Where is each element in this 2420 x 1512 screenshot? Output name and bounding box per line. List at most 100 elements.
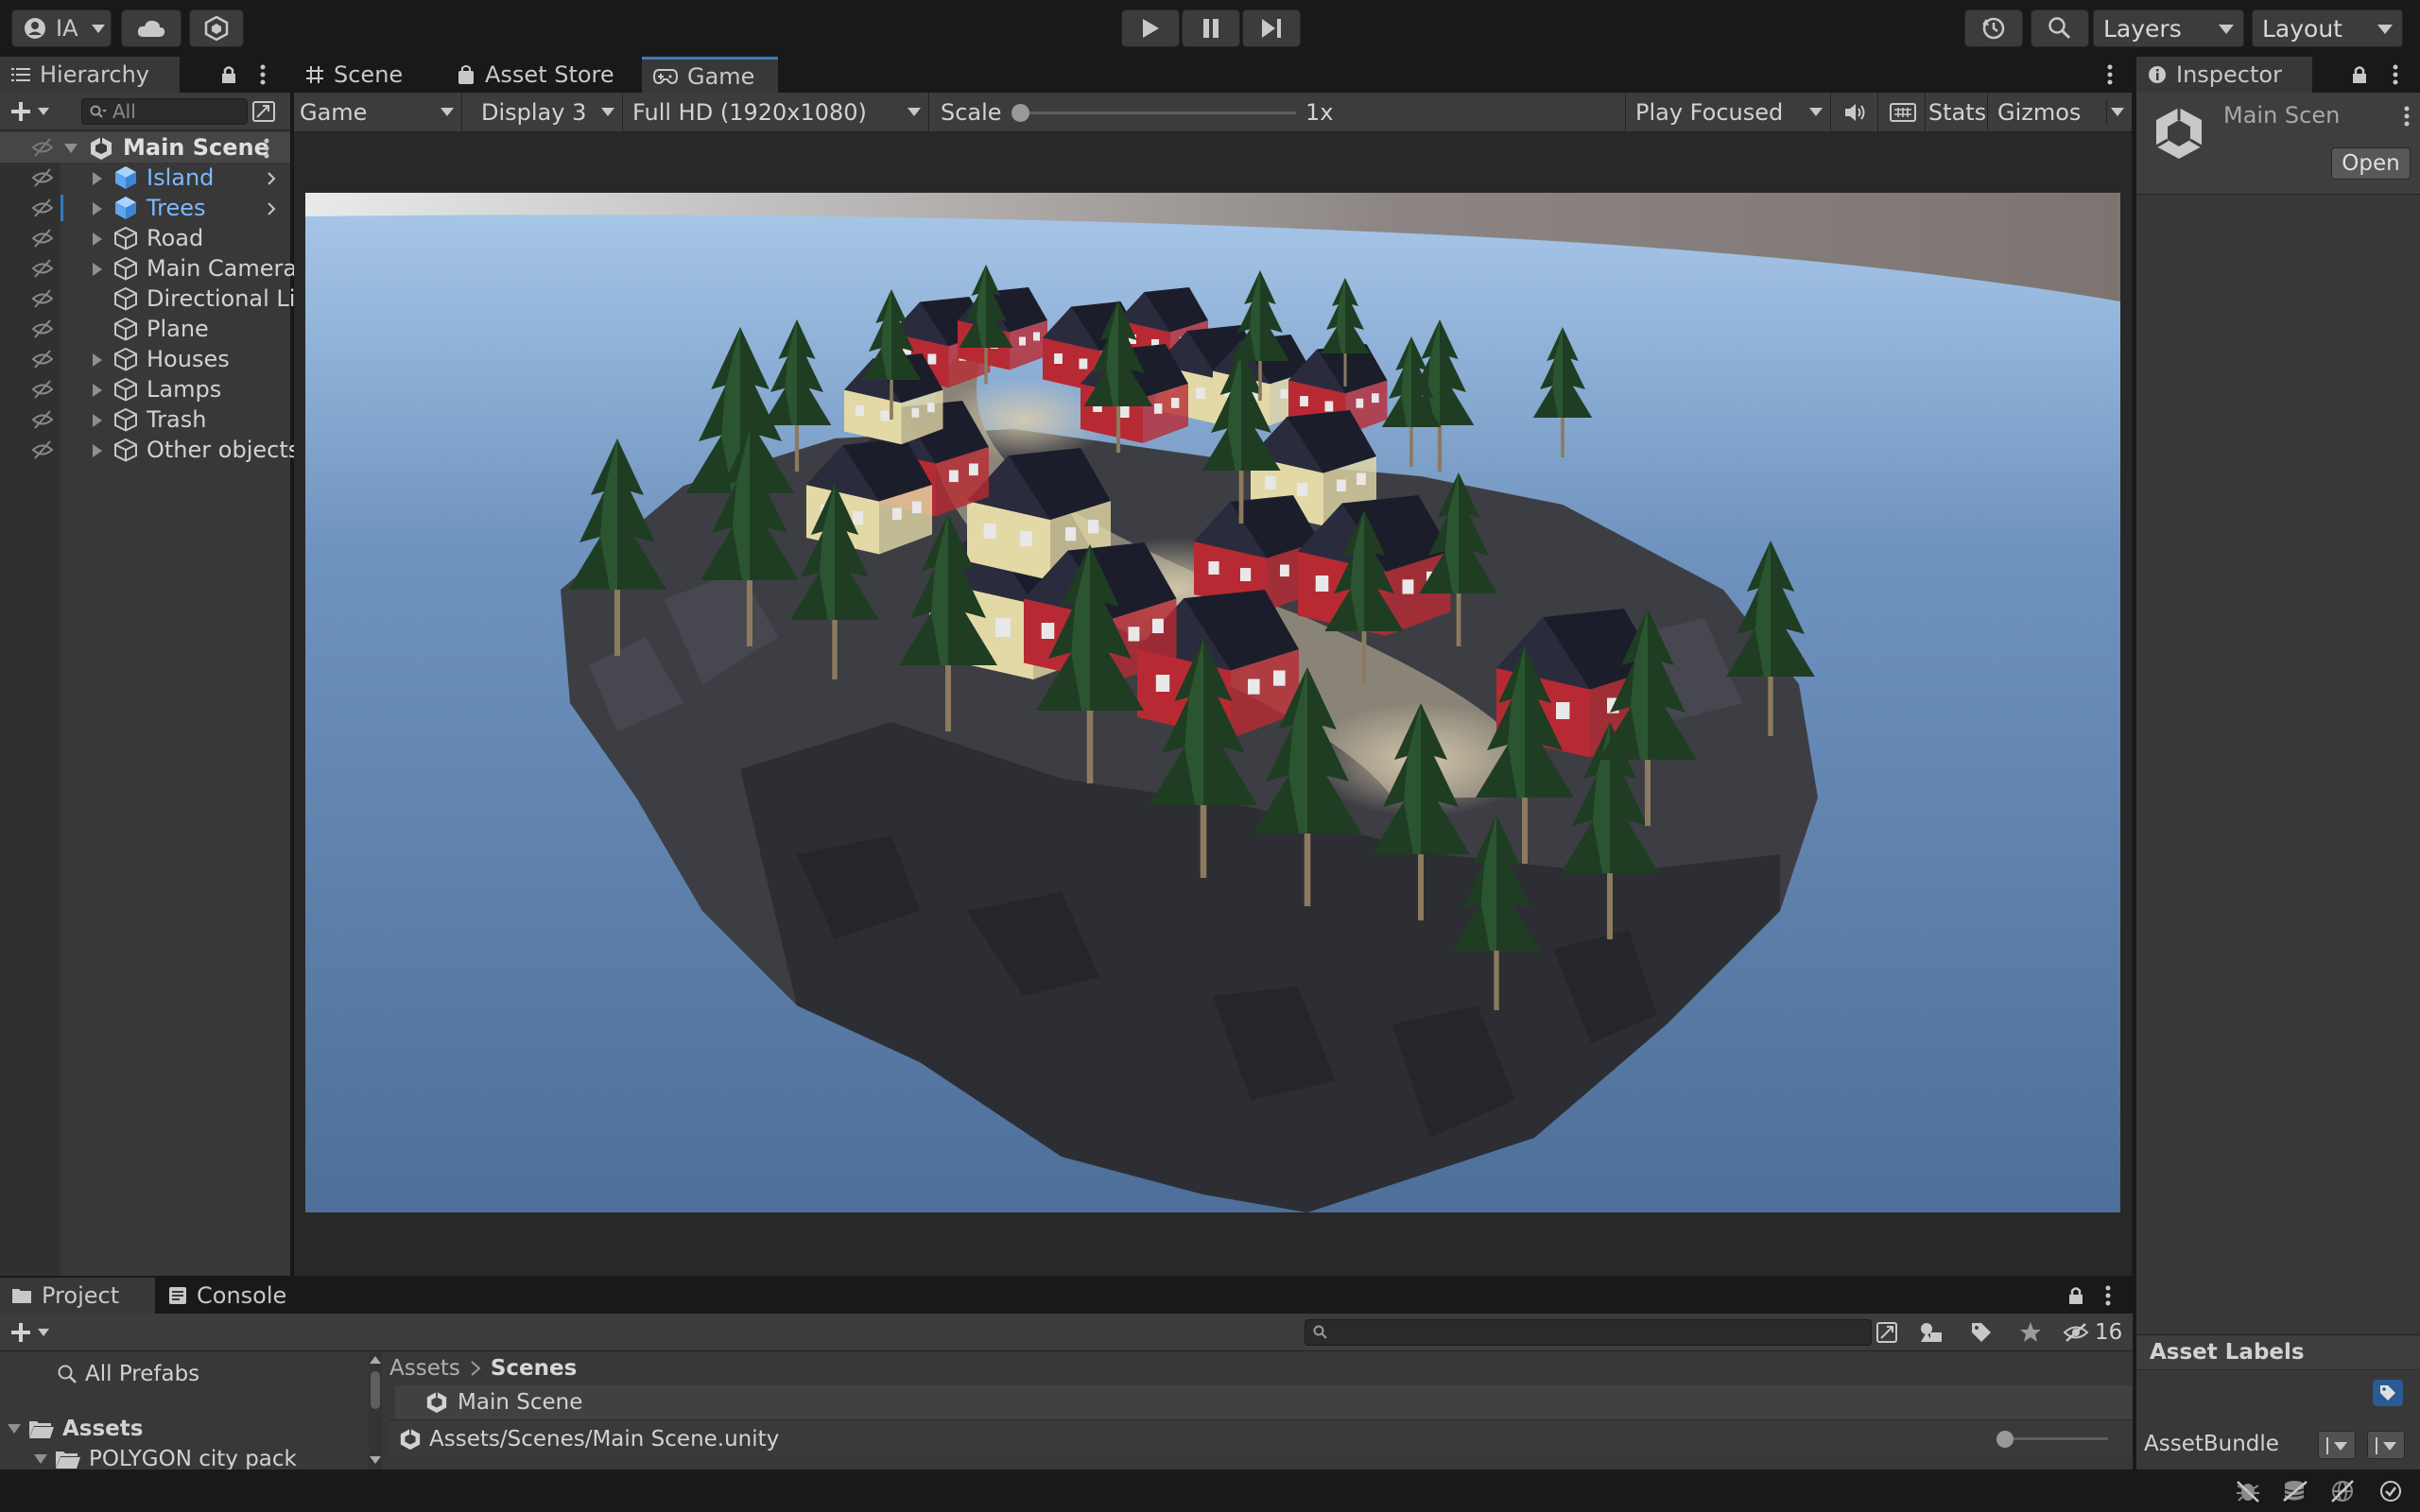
tab-hierarchy[interactable]: Hierarchy [0,57,180,93]
hierarchy-scene-row[interactable]: Main Scene [0,132,290,163]
breadcrumb-scenes[interactable]: Scenes [491,1356,577,1381]
resolution-dropdown[interactable]: Full HD (1920x1080) [625,93,929,132]
hierarchy-item[interactable]: Directional Li [0,284,295,314]
cloud-button[interactable] [121,9,182,47]
chevron-right-icon[interactable] [267,201,276,216]
more-options-icon[interactable] [2392,64,2399,85]
visibility-toggle-icon[interactable] [32,228,53,249]
expand-arrow-icon[interactable] [93,172,102,185]
lock-icon[interactable] [220,64,237,85]
shortcuts-button[interactable] [1880,93,1926,132]
expand-arrow-icon[interactable] [93,353,102,367]
scale-slider-handle[interactable] [1011,104,1029,122]
add-label-button[interactable] [2373,1380,2403,1406]
more-options-icon[interactable] [2403,106,2411,127]
hierarchy-item[interactable]: Island [0,163,290,193]
hierarchy-item[interactable]: Trees [0,193,290,223]
visibility-toggle-icon[interactable] [32,409,53,430]
assets-folder-item[interactable]: Assets [8,1417,143,1441]
undo-history-button[interactable] [1964,9,2023,47]
step-button[interactable] [1242,9,1301,47]
visibility-toggle-icon[interactable] [32,439,53,460]
visibility-toggle-icon[interactable] [32,379,53,400]
filter-by-label-icon[interactable] [1970,1321,1993,1344]
debugger-off-icon[interactable] [2235,1480,2261,1503]
expand-arrow-icon[interactable] [34,1454,47,1464]
expand-arrow-icon[interactable] [93,384,102,397]
view-mode-dropdown[interactable]: Game [294,93,462,132]
visibility-toggle-icon[interactable] [32,167,53,188]
visibility-toggle-icon[interactable] [32,288,53,309]
hierarchy-item[interactable]: Houses [0,344,290,374]
expand-arrow-icon[interactable] [8,1424,21,1434]
create-asset-button[interactable] [9,1320,62,1345]
cache-server-icon[interactable] [2282,1480,2308,1503]
tab-console[interactable]: Console [157,1278,308,1314]
tab-inspector[interactable]: Inspector [2136,57,2312,93]
expand-arrow-icon[interactable] [93,263,102,276]
all-prefabs-item[interactable]: All Prefabs [57,1362,199,1386]
search-scope-icon[interactable] [1876,1321,1898,1344]
gizmos-dropdown[interactable]: Gizmos [1990,93,2132,132]
progress-check-icon[interactable] [2378,1479,2403,1503]
visibility-toggle-icon[interactable] [32,258,53,279]
create-button[interactable] [9,99,62,124]
play-button[interactable] [1121,9,1180,47]
breadcrumb-assets[interactable]: Assets [389,1356,460,1381]
favorite-star-icon[interactable] [2019,1321,2042,1344]
search-button[interactable] [2031,9,2089,47]
icon-size-slider-handle[interactable] [1996,1431,2014,1448]
file-list-item[interactable]: Main Scene [395,1385,2133,1419]
visibility-toggle-icon[interactable] [32,137,53,158]
layout-dropdown[interactable]: Layout [2252,9,2403,47]
icon-size-slider-track[interactable] [2004,1437,2108,1440]
display-dropdown[interactable]: Display 3 [464,93,623,132]
filter-by-type-icon[interactable] [1919,1321,1944,1344]
more-options-icon[interactable] [2104,1285,2112,1306]
project-search-input[interactable] [1305,1319,1872,1346]
lock-icon[interactable] [2067,1285,2084,1306]
expand-arrow-icon[interactable] [93,444,102,457]
tab-scene[interactable]: Scene [294,57,445,93]
network-off-icon[interactable] [2329,1479,2356,1503]
expand-arrow-icon[interactable] [64,144,78,153]
layers-dropdown[interactable]: Layers [2093,9,2244,47]
asset-bundle-dropdown[interactable] [2318,1431,2356,1459]
hierarchy-item[interactable]: Main Camera [0,253,297,284]
hierarchy-item[interactable]: Other objects [0,435,300,465]
collab-button[interactable] [189,9,244,47]
hierarchy-item[interactable]: Road [0,223,290,253]
scrollbar-thumb[interactable] [371,1371,380,1409]
expand-arrow-icon[interactable] [93,414,102,427]
polygon-folder-item[interactable]: POLYGON city pack [34,1447,297,1469]
asset-bundle-variant-dropdown[interactable] [2367,1431,2405,1459]
scroll-down-icon[interactable] [370,1456,381,1464]
expand-arrow-icon[interactable] [93,202,102,215]
more-options-icon[interactable] [263,138,270,159]
tab-project[interactable]: Project [0,1278,155,1314]
scale-slider-track[interactable] [1012,112,1296,114]
visibility-toggle-icon[interactable] [32,198,53,218]
play-mode-dropdown[interactable]: Play Focused [1625,93,1831,132]
stats-button[interactable]: Stats [1927,93,1988,132]
expand-arrow-icon[interactable] [93,232,102,246]
scene-visibility-icon[interactable] [251,100,276,123]
scroll-up-icon[interactable] [370,1356,381,1364]
tab-game[interactable]: Game [642,57,778,93]
mute-audio-button[interactable] [1833,93,1878,132]
chevron-right-icon[interactable] [267,171,276,186]
pause-button[interactable] [1182,9,1240,47]
hierarchy-item[interactable]: Plane [0,314,290,344]
tab-asset-store[interactable]: Asset Store [445,57,634,93]
hierarchy-item[interactable]: Trash [0,404,290,435]
open-button[interactable]: Open [2331,147,2411,180]
lock-icon[interactable] [2351,64,2368,85]
visibility-toggle-icon[interactable] [32,318,53,339]
game-render-viewport[interactable] [305,193,2120,1212]
hierarchy-search-input[interactable]: All [81,98,248,125]
visibility-toggle-icon[interactable] [32,349,53,369]
hierarchy-item[interactable]: Lamps [0,374,290,404]
account-dropdown[interactable]: IA [11,9,112,47]
more-options-icon[interactable] [259,64,267,85]
hidden-packages-toggle[interactable]: 16 [2063,1319,2133,1346]
